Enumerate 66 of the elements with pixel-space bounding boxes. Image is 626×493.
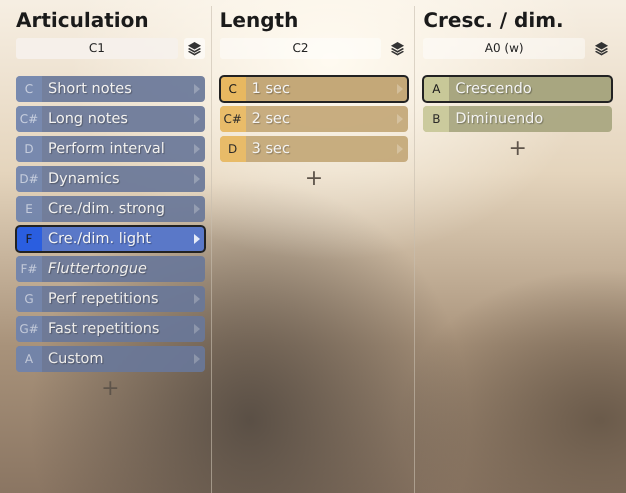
column-title: Length — [220, 8, 298, 32]
item-label: Short notes — [47, 81, 133, 97]
add-button[interactable]: + — [504, 138, 531, 160]
key-label: D — [16, 136, 42, 162]
key-label: C# — [220, 106, 246, 132]
item-label: Crescendo — [454, 81, 533, 97]
key-label: C# — [16, 106, 42, 132]
item-label: Cre./dim. light — [47, 231, 152, 247]
arrow-icon — [194, 354, 200, 364]
arrow-icon — [397, 84, 404, 94]
list-item[interactable]: C Short notes — [16, 76, 205, 102]
key-label: D# — [16, 166, 42, 192]
key-field[interactable]: C1 — [16, 38, 178, 59]
list-item[interactable]: F Cre./dim. light — [16, 226, 205, 252]
list-item[interactable]: C# 2 sec — [220, 106, 408, 132]
key-label: B — [423, 106, 450, 132]
list-item[interactable]: D# Dynamics — [16, 166, 205, 192]
item-label: 3 sec — [250, 141, 291, 157]
list-item[interactable]: D Perform interval — [16, 136, 205, 162]
column-title: Articulation — [16, 8, 149, 32]
arrow-icon — [194, 174, 200, 184]
list-item[interactable]: A Crescendo — [423, 76, 612, 102]
arrow-icon — [397, 144, 404, 154]
item-label: 1 sec — [250, 81, 291, 97]
add-button[interactable]: + — [300, 168, 328, 190]
key-label: C — [16, 76, 42, 102]
item-label: Cre./dim. strong — [47, 201, 166, 217]
key-label: F — [16, 226, 42, 252]
item-label: 2 sec — [250, 111, 291, 127]
key-label: G — [16, 286, 42, 312]
list-item[interactable]: C# Long notes — [16, 106, 205, 132]
arrow-icon — [397, 114, 404, 124]
key-field[interactable]: C2 — [220, 38, 382, 59]
list-item[interactable]: E Cre./dim. strong — [16, 196, 205, 222]
arrow-icon — [194, 114, 200, 124]
item-label: Diminuendo — [454, 111, 544, 127]
key-label: A — [16, 346, 42, 372]
key-label: F# — [16, 256, 42, 282]
arrow-icon — [194, 144, 200, 154]
list-item[interactable]: A Custom — [16, 346, 205, 372]
arrow-icon — [194, 294, 200, 304]
key-field[interactable]: A0 (w) — [423, 38, 586, 59]
list-item[interactable]: C 1 sec — [220, 76, 408, 102]
item-label: Long notes — [47, 111, 129, 127]
key-label: C — [220, 76, 246, 102]
arrow-icon — [194, 204, 200, 214]
key-label: E — [16, 196, 42, 222]
layers-icon[interactable] — [184, 38, 205, 59]
key-label: D — [220, 136, 246, 162]
key-label: G# — [16, 316, 42, 342]
item-label: Perform interval — [47, 141, 166, 157]
item-label: Fluttertongue — [47, 261, 148, 277]
item-label: Perf repetitions — [47, 291, 160, 307]
list-item[interactable]: D 3 sec — [220, 136, 408, 162]
list-item[interactable]: F# Fluttertongue — [16, 256, 205, 282]
item-label: Dynamics — [47, 171, 121, 187]
arrow-icon — [194, 234, 200, 244]
arrow-icon — [194, 84, 200, 94]
list-item[interactable]: G# Fast repetitions — [16, 316, 205, 342]
column-title: Cresc. / dim. — [423, 8, 564, 32]
arrow-icon — [194, 324, 200, 334]
item-label: Fast repetitions — [47, 321, 160, 337]
list-item[interactable]: B Diminuendo — [423, 106, 612, 132]
item-label: Custom — [47, 351, 105, 367]
key-label: A — [423, 76, 450, 102]
list-item[interactable]: G Perf repetitions — [16, 286, 205, 312]
